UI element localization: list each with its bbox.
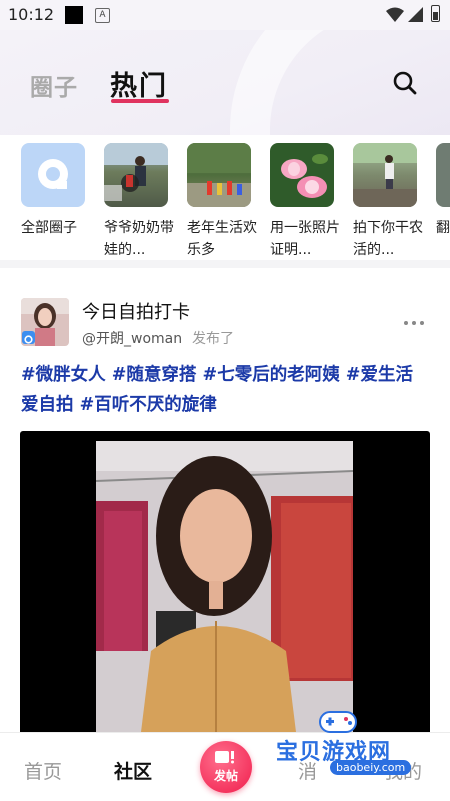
wifi-icon: [386, 7, 404, 22]
circle-item-farm-work[interactable]: 拍下你干农活的...: [353, 143, 425, 260]
circle-label: 全部圈子: [21, 220, 77, 236]
circle-thumbnail: [270, 143, 334, 207]
circle-label: 拍下你干农活的...: [353, 220, 423, 258]
signal-icon: [408, 7, 423, 22]
nav-home[interactable]: 首页: [24, 757, 62, 784]
tag-link[interactable]: #七零后的老阿姨: [203, 365, 340, 385]
circle-item-elderly-life[interactable]: 老年生活欢乐多: [187, 143, 259, 260]
active-tab-indicator: [111, 99, 169, 103]
post-action-text: 发布了: [192, 331, 234, 347]
nav-messages[interactable]: 消: [298, 757, 317, 784]
more-options-icon[interactable]: [404, 310, 430, 325]
bottom-navigation: 首页 社区 发帖 消 我的: [0, 732, 450, 801]
nav-community[interactable]: 社区: [114, 757, 152, 784]
post-media[interactable]: [20, 431, 430, 732]
tag-link[interactable]: #随意穿搭: [112, 365, 197, 385]
section-divider: [0, 260, 450, 268]
circle-item-all[interactable]: 全部圈子: [21, 143, 93, 260]
post-photo: [96, 441, 353, 732]
all-circles-icon: [21, 143, 85, 207]
tab-circles[interactable]: 圈子: [30, 68, 78, 102]
post-title: 今日自拍打卡: [82, 302, 190, 323]
post-button[interactable]: 发帖: [200, 741, 252, 793]
circle-label: 老年生活欢乐多: [187, 220, 257, 258]
post-icon: [215, 751, 234, 764]
circle-item-grandparents[interactable]: 爷爷奶奶带娃的...: [104, 143, 176, 260]
status-time: 10:12: [8, 5, 55, 24]
post-button-label: 发帖: [213, 769, 238, 783]
circle-label: 用一张照片证明...: [270, 220, 340, 258]
tag-link[interactable]: #爱生活: [346, 365, 413, 385]
tag-link[interactable]: #百听不厌的旋律: [80, 395, 217, 415]
circle-thumbnail: [353, 143, 417, 207]
circle-label: 翻老...: [436, 220, 450, 236]
post-tags: #微胖女人 #随意穿搭 #七零后的老阿姨 #爱生活 爱自拍 #百听不厌的旋律: [21, 360, 431, 420]
notification-icon: [65, 6, 83, 24]
a-icon: A: [95, 8, 110, 23]
nav-mine[interactable]: 我的: [384, 757, 422, 784]
circle-badge-icon: [22, 331, 35, 344]
circle-thumbnail: [187, 143, 251, 207]
post-username[interactable]: @开朗_woman: [82, 328, 182, 348]
post-card[interactable]: 今日自拍打卡 @开朗_woman 发布了 #微胖女人 #随意穿搭 #七零后的老阿…: [0, 268, 450, 732]
search-icon[interactable]: [392, 70, 418, 96]
tag-link[interactable]: #微胖女人: [21, 365, 106, 385]
circle-thumbnail: [436, 143, 450, 207]
circle-item-partial[interactable]: 翻老...: [436, 143, 450, 260]
tag-link[interactable]: 爱自拍: [21, 395, 74, 415]
battery-icon: [431, 5, 440, 22]
circles-row: 全部圈子 爷爷奶奶带娃的... 老年生活欢乐多 用一张照片证明... 拍下你干农…: [0, 135, 450, 260]
circle-item-one-photo[interactable]: 用一张照片证明...: [270, 143, 342, 260]
circle-thumbnail: [104, 143, 168, 207]
status-bar: 10:12 A: [0, 0, 450, 30]
tab-hot[interactable]: 热门: [110, 64, 168, 103]
circle-label: 爷爷奶奶带娃的...: [104, 220, 174, 258]
top-header: 圈子 热门: [0, 30, 450, 135]
